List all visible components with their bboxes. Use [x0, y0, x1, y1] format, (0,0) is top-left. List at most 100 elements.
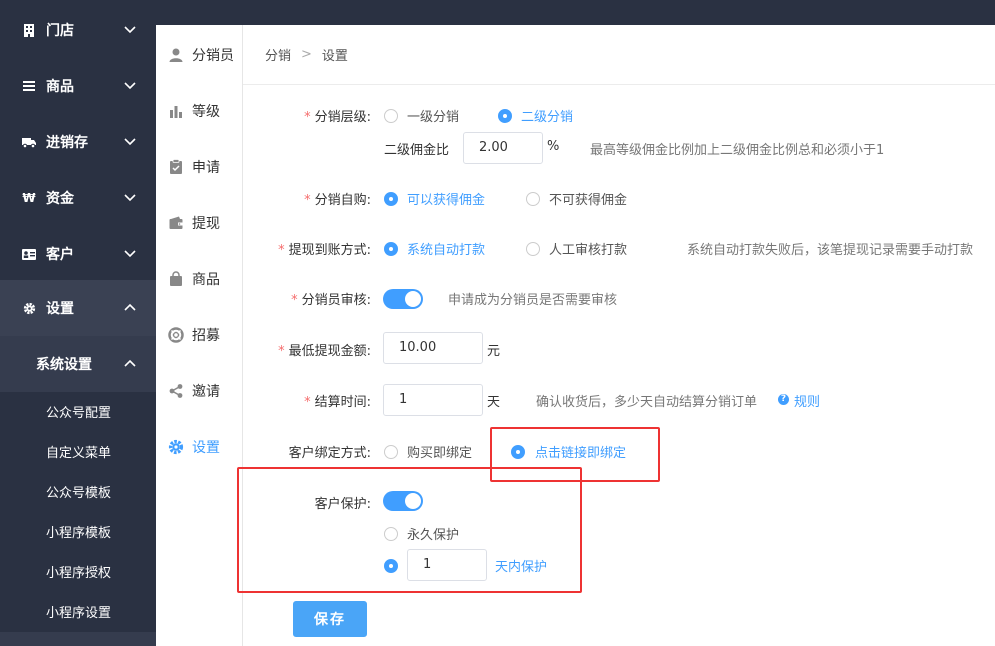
radio-circle-selected[interactable] [498, 108, 512, 123]
subnav-label: 招募 [192, 328, 220, 344]
building-icon [22, 23, 36, 37]
sidebar-item-label: 商品 [46, 79, 74, 95]
subitem-label: 自定义菜单 [46, 445, 112, 461]
level-option-two[interactable]: 二级分销 [521, 106, 573, 125]
subitem-label: 公众号配置 [46, 405, 112, 421]
subnav-label: 设置 [192, 440, 220, 456]
sidebar-item-settings[interactable]: 设置 [0, 280, 156, 336]
bag-icon [170, 271, 182, 286]
breadcrumb-separator: > [301, 47, 312, 62]
radio-circle[interactable] [526, 241, 540, 256]
share-icon [169, 384, 183, 398]
withdraw-hint: 系统自动打款失败后，该笔提现记录需要手动打款 [687, 243, 974, 258]
subnav-item-settings[interactable]: 设置 [156, 419, 242, 475]
sidebar-next-item [0, 632, 156, 646]
breadcrumb: 分销 > 设置 [243, 25, 995, 85]
gear-icon [168, 439, 184, 455]
sidebar-subitem-account-template[interactable]: 公众号模板 [0, 471, 156, 511]
level-label: * 分销层级: [304, 110, 371, 125]
radio-circle-selected[interactable] [384, 191, 398, 206]
chevron-up-icon [124, 359, 136, 367]
sidebar-item-label: 资金 [46, 191, 74, 207]
subnav-label: 商品 [192, 272, 220, 288]
help-icon-glyph: ? [778, 394, 789, 405]
commission-label: 二级佣金比 [384, 143, 450, 158]
chevron-down-icon [124, 82, 136, 90]
breadcrumb-settings: 设置 [321, 49, 348, 64]
subnav-item-recruit[interactable]: 招募 [156, 307, 242, 363]
settle-days-input[interactable]: 1 [383, 384, 483, 416]
commission-unit: % [547, 139, 560, 154]
sidebar-item-goods[interactable]: 商品 [0, 58, 156, 114]
commission-input[interactable]: 2.00 [463, 132, 543, 164]
radio-circle[interactable] [384, 108, 398, 123]
main-sidebar: 门店 商品 进销存 ₩ 资金 客户 设置 系统设置 公众号配置 自定义菜单 公众… [0, 0, 156, 646]
radio-circle[interactable] [384, 444, 398, 459]
truck-icon [22, 135, 36, 149]
review-switch[interactable] [383, 289, 423, 309]
self-buy-option-yes[interactable]: 可以获得佣金 [407, 189, 485, 208]
bind-option-purchase[interactable]: 购买即绑定 [407, 442, 472, 461]
chevron-down-icon [124, 250, 136, 258]
subnav-label: 分销员 [192, 48, 234, 64]
user-icon [169, 48, 183, 62]
sidebar-subitem-miniapp-template[interactable]: 小程序模板 [0, 511, 156, 551]
bind-radio-purchase[interactable] [384, 444, 398, 459]
self-buy-label-text: 分销自购: [314, 193, 371, 208]
sidebar-item-label: 门店 [46, 23, 74, 39]
sidebar-subitem-miniapp-settings[interactable]: 小程序设置 [0, 591, 156, 631]
clipboard-icon [170, 159, 182, 174]
self-buy-radio-no[interactable] [526, 191, 540, 206]
gear-icon [22, 301, 36, 315]
wallet-icon [169, 216, 183, 229]
rule-link[interactable]: 规则 [794, 391, 820, 410]
chevron-down-icon [124, 194, 136, 202]
settle-time-label: * 结算时间: [304, 395, 371, 410]
withdraw-option-manual[interactable]: 人工审核打款 [549, 239, 627, 258]
sidebar-subitem-official-account[interactable]: 公众号配置 [0, 391, 156, 431]
breadcrumb-distribution[interactable]: 分销 [265, 45, 291, 64]
sidebar-item-funds[interactable]: ₩ 资金 [0, 170, 156, 226]
subnav-label: 等级 [192, 104, 220, 120]
sidebar-item-inventory[interactable]: 进销存 [0, 114, 156, 170]
bind-method-label: 客户绑定方式: [288, 446, 371, 461]
review-hint: 申请成为分销员是否需要审核 [448, 293, 618, 308]
subnav-item-level[interactable]: 等级 [156, 83, 242, 139]
min-withdraw-label: * 最低提现金额: [278, 344, 371, 359]
sidebar-submenu-system-settings[interactable]: 系统设置 [0, 336, 156, 392]
level-option-one[interactable]: 一级分销 [407, 106, 459, 125]
subnav-item-withdraw[interactable]: 提现 [156, 195, 242, 251]
sidebar-item-customers[interactable]: 客户 [0, 226, 156, 282]
withdraw-option-auto[interactable]: 系统自动打款 [407, 239, 485, 258]
settle-unit: 天 [487, 395, 501, 410]
id-card-icon [22, 247, 36, 261]
lifebuoy-icon [168, 327, 184, 343]
chevron-up-icon [124, 303, 136, 311]
subitem-label: 小程序设置 [46, 605, 112, 621]
self-buy-radio-yes[interactable] [384, 191, 398, 206]
withdraw-method-label: * 提现到账方式: [278, 243, 371, 258]
submenu-header-label: 系统设置 [36, 357, 92, 373]
save-button[interactable]: 保存 [293, 601, 367, 637]
subnav-item-goods[interactable]: 商品 [156, 251, 242, 307]
min-withdraw-label-text: 最低提现金额: [288, 344, 371, 359]
level-radio-two[interactable] [498, 108, 512, 123]
sidebar-subitem-miniapp-auth[interactable]: 小程序授权 [0, 551, 156, 591]
subitem-label: 小程序授权 [46, 565, 112, 581]
radio-circle[interactable] [526, 191, 540, 206]
subnav-item-apply[interactable]: 申请 [156, 139, 242, 195]
sidebar-subitem-custom-menu[interactable]: 自定义菜单 [0, 431, 156, 471]
radio-circle-selected[interactable] [384, 241, 398, 256]
subnav-item-invite[interactable]: 邀请 [156, 363, 242, 419]
min-withdraw-input[interactable]: 10.00 [383, 332, 483, 364]
level-radio-one[interactable] [384, 108, 398, 123]
self-buy-option-no[interactable]: 不可获得佣金 [549, 189, 627, 208]
help-icon: ? [778, 392, 789, 407]
sidebar-item-label: 客户 [46, 247, 74, 263]
won-icon: ₩ [22, 191, 36, 205]
subnav-label: 提现 [192, 216, 220, 232]
withdraw-radio-manual[interactable] [526, 241, 540, 256]
sidebar-item-store[interactable]: 门店 [0, 2, 156, 58]
subnav-item-distributor[interactable]: 分销员 [156, 27, 242, 83]
withdraw-radio-auto[interactable] [384, 241, 398, 256]
